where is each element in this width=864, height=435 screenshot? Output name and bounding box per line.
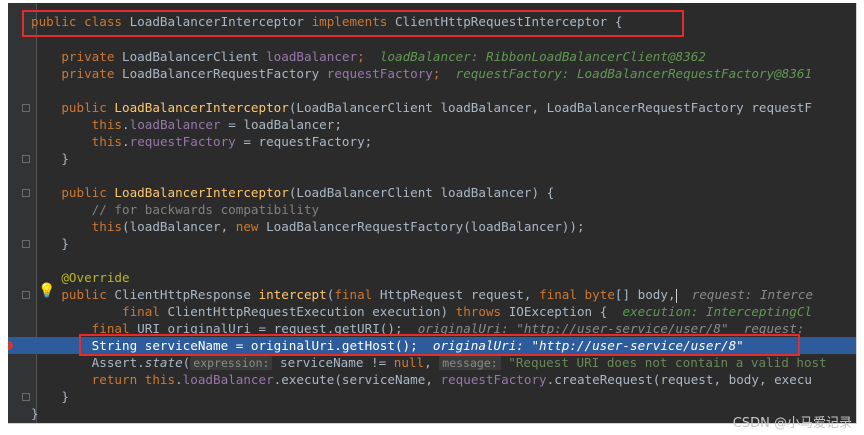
debug-value-hint: requestFactory: LoadBalancerRequestFacto… <box>455 66 813 81</box>
parameter-hint: message: <box>439 356 501 370</box>
code-line-2[interactable]: private LoadBalancerClient loadBalancer;… <box>8 48 856 65</box>
code-text: . <box>122 134 130 149</box>
code-text: .execute(serviceName, <box>273 372 441 387</box>
fold-marker-icon[interactable] <box>22 393 30 401</box>
fold-marker-icon[interactable] <box>22 240 30 248</box>
code-text: [] body, <box>614 287 676 302</box>
string-literal: "Request URI does not contain a valid ho… <box>500 355 827 370</box>
text-cursor <box>675 288 677 303</box>
keyword: final <box>334 287 380 302</box>
code-line-10[interactable]: this(loadBalancer, new LoadBalancerReque… <box>8 218 856 235</box>
code-line-6[interactable]: this.requestFactory = requestFactory; <box>8 133 856 150</box>
debug-value-hint: execution: InterceptingCl <box>622 304 813 319</box>
code-text: LoadBalancerRequestFactory(loadBalancer)… <box>266 219 585 234</box>
code-line-4[interactable]: public LoadBalancerInterceptor(LoadBalan… <box>8 99 856 116</box>
keyword: public <box>61 185 115 200</box>
code-line-11[interactable]: } <box>8 235 856 252</box>
code-text: . <box>175 372 183 387</box>
fold-marker-icon[interactable] <box>22 291 30 299</box>
code-line-14[interactable]: final ClientHttpRequestExecution executi… <box>8 303 856 320</box>
field-name: requestFactory <box>326 66 433 81</box>
code-text: serviceName != <box>272 355 394 370</box>
field-name: requestFactory <box>440 372 547 387</box>
semicolon: ; <box>432 66 441 81</box>
code-line-19[interactable]: } <box>8 388 856 405</box>
code-text: } <box>61 389 69 404</box>
keyword: final <box>122 304 168 319</box>
code-line-5[interactable]: this.loadBalancer = loadBalancer; <box>8 116 856 133</box>
keyword: throws <box>455 304 509 319</box>
code-text: HttpRequest request, <box>379 287 540 302</box>
code-line-8[interactable]: public LoadBalancerInterceptor(LoadBalan… <box>8 184 856 201</box>
code-line-13[interactable]: public ClientHttpResponse intercept(fina… <box>8 286 856 303</box>
code-text: } <box>61 236 69 251</box>
keyword: this <box>91 117 123 132</box>
fold-marker-icon[interactable] <box>22 104 30 112</box>
lightbulb-icon[interactable]: 💡 <box>38 283 55 299</box>
field-name: loadBalancer <box>182 372 274 387</box>
code-line-12[interactable]: @Override <box>8 269 856 286</box>
keyword: this <box>91 219 123 234</box>
code-text: . <box>122 117 130 132</box>
watermark: CSDN @小马爱记录 <box>732 416 852 431</box>
keyword: null <box>393 355 425 370</box>
code-editor[interactable]: public class LoadBalancerInterceptor imp… <box>8 3 857 424</box>
code-text: } <box>31 406 39 421</box>
method-name: LoadBalancerInterceptor <box>114 185 289 200</box>
fold-marker-icon[interactable] <box>22 155 30 163</box>
code-line-17[interactable]: Assert.state(expression: serviceName != … <box>8 354 856 371</box>
code-text: , <box>424 355 440 370</box>
debug-value-hint: loadBalancer: RibbonLoadBalancerClient@8… <box>379 49 706 64</box>
keyword: public <box>61 100 115 115</box>
code-text: (loadBalancer, <box>122 219 236 234</box>
code-text: } <box>61 151 69 166</box>
keyword: private <box>61 49 123 64</box>
code-text: Assert. <box>91 355 145 370</box>
code-text: IOException { <box>508 304 608 319</box>
method-name: state <box>144 355 183 370</box>
code-line-20[interactable]: } <box>8 405 856 422</box>
keyword: new <box>235 219 267 234</box>
keyword: final byte <box>539 287 615 302</box>
keyword: return this <box>91 372 176 387</box>
type-name: LoadBalancerClient <box>122 49 267 64</box>
code-text: (LoadBalancerClient loadBalancer, LoadBa… <box>288 100 812 115</box>
field-name: loadBalancer <box>266 49 358 64</box>
code-text: .createRequest(request, body, execu <box>546 372 813 387</box>
annotation: @Override <box>61 270 130 285</box>
code-text: ClientHttpRequestExecution execution) <box>167 304 456 319</box>
code-line-18[interactable]: return this.loadBalancer.execute(service… <box>8 371 856 388</box>
code-text: = loadBalancer; <box>220 117 342 132</box>
keyword: public <box>61 287 115 302</box>
highlight-box-class-declaration <box>22 10 684 37</box>
code-text: = requestFactory; <box>235 134 373 149</box>
code-line-7[interactable]: } <box>8 150 856 167</box>
code-comment: // for backwards compatibility <box>91 202 320 217</box>
method-name: LoadBalancerInterceptor <box>114 100 289 115</box>
code-text: (LoadBalancerClient loadBalancer) { <box>288 185 555 200</box>
type-name: LoadBalancerRequestFactory <box>122 66 327 81</box>
fold-marker-icon[interactable] <box>22 189 30 197</box>
semicolon: ; <box>357 49 365 64</box>
code-line-9[interactable]: // for backwards compatibility <box>8 201 856 218</box>
field-name: loadBalancer <box>129 117 221 132</box>
keyword: private <box>61 66 123 81</box>
code-line-3[interactable]: private LoadBalancerRequestFactory reque… <box>8 65 856 82</box>
highlight-box-current-line <box>79 334 800 356</box>
method-name: intercept <box>258 287 327 302</box>
field-name: requestFactory <box>129 134 236 149</box>
keyword: this <box>91 134 123 149</box>
parameter-hint: expression: <box>190 356 273 370</box>
debug-value-hint: request: Interce <box>691 287 814 302</box>
type-name: ClientHttpResponse <box>114 287 259 302</box>
